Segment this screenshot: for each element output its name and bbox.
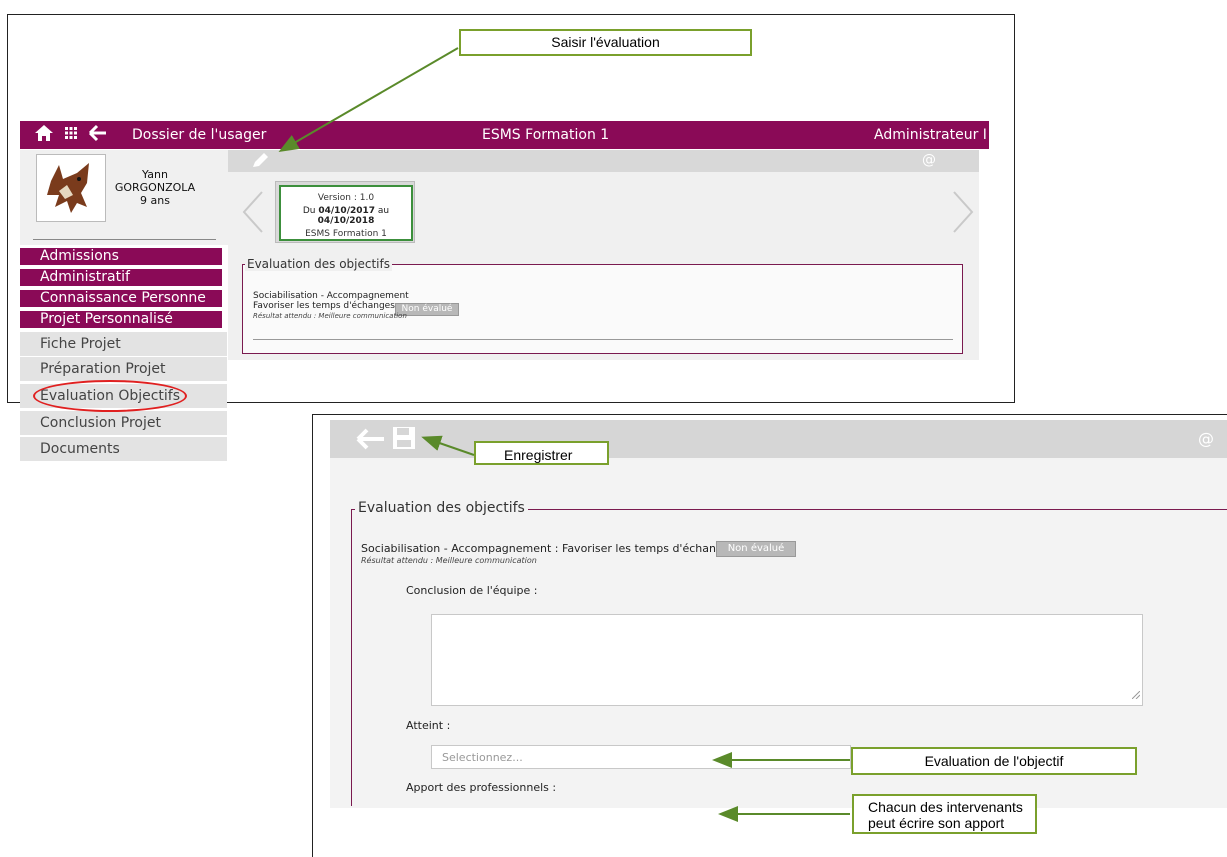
conclusion-textarea[interactable] [431, 614, 1143, 706]
version-card-inner[interactable]: Version : 1.0 Du 04/10/2017 au 04/10/201… [279, 185, 413, 241]
objective-category: Sociabilisation - Accompagnement [253, 291, 409, 301]
menu-item-fiche-projet[interactable]: Fiche Projet [20, 332, 227, 356]
objectives-fieldset: Evaluation des objectifs Sociabilisation… [242, 257, 963, 354]
chevron-right-icon[interactable] [950, 190, 976, 238]
patient-last-name: GORGONZOLA [114, 181, 196, 194]
header-section-title[interactable]: Dossier de l'usager [132, 127, 266, 143]
menu-section-admissions[interactable]: Admissions [20, 248, 222, 265]
menu-section-administratif[interactable]: Administratif [20, 269, 222, 286]
menu-item-preparation-projet[interactable]: Préparation Projet [20, 357, 227, 381]
pencil-icon[interactable] [250, 152, 270, 174]
fieldset-legend: Evaluation des objectifs [245, 257, 392, 271]
header-establishment: ESMS Formation 1 [482, 127, 610, 143]
menu-item-documents[interactable]: Documents [20, 437, 227, 461]
menu-section-connaissance[interactable]: Connaissance Personne [20, 290, 222, 307]
callout-evaluation: Evaluation de l'objectif [851, 747, 1137, 775]
menu-section-projet[interactable]: Projet Personnalisé [20, 311, 222, 328]
chevron-left-icon[interactable] [240, 190, 266, 238]
atteint-label: Atteint : [406, 719, 451, 732]
status-badge: Non évalué [716, 541, 796, 557]
apps-grid-icon[interactable] [64, 126, 78, 144]
objective-title: Favoriser les temps d'échanges [253, 301, 395, 311]
at-icon[interactable]: @ [1198, 429, 1214, 448]
avatar [36, 154, 106, 222]
callout-chacun-line1: Chacun des intervenants [868, 799, 1023, 815]
version-dates: Du 04/10/2017 au 04/10/2018 [302, 206, 390, 226]
conclusion-label: Conclusion de l'équipe : [406, 584, 538, 597]
header-user[interactable]: Administrateur I [874, 127, 987, 143]
divider [33, 239, 216, 240]
fieldset-legend: Evaluation des objectifs [355, 500, 528, 516]
callout-chacun: Chacun des intervenants peut écrire son … [852, 794, 1037, 834]
divider [253, 339, 953, 340]
version-number: Version : 1.0 [317, 193, 375, 203]
highlight-ring [33, 380, 187, 412]
home-icon[interactable] [34, 124, 54, 147]
edit-toolbar: @ [330, 420, 1227, 458]
menu-item-conclusion-projet[interactable]: Conclusion Projet [20, 411, 227, 435]
save-disk-icon[interactable] [392, 426, 416, 454]
back-arrow-icon[interactable] [88, 124, 108, 146]
callout-enregistrer: Enregistrer [474, 441, 609, 465]
content-toolbar: @ [228, 150, 979, 172]
apport-label: Apport des professionnels : [406, 781, 557, 794]
callout-saisir: Saisir l'évaluation [459, 29, 752, 56]
patient-age: 9 ans [140, 194, 170, 207]
callout-chacun-line2: peut écrire son apport [868, 815, 1005, 831]
resize-handle-icon[interactable] [1131, 684, 1141, 703]
atteint-select[interactable]: Selectionnez... [431, 745, 851, 769]
back-arrow-icon[interactable] [356, 428, 386, 454]
app-header-bar: Dossier de l'usager ESMS Formation 1 Adm… [20, 121, 989, 149]
version-establishment: ESMS Formation 1 [305, 229, 387, 239]
objective-result: Résultat attendu : Meilleure communicati… [361, 556, 537, 565]
at-icon[interactable]: @ [922, 152, 936, 168]
objective-title: Sociabilisation - Accompagnement : Favor… [361, 542, 736, 555]
patient-first-name: Yann [142, 168, 168, 181]
objective-result: Résultat attendu : Meilleure communicati… [253, 312, 407, 320]
